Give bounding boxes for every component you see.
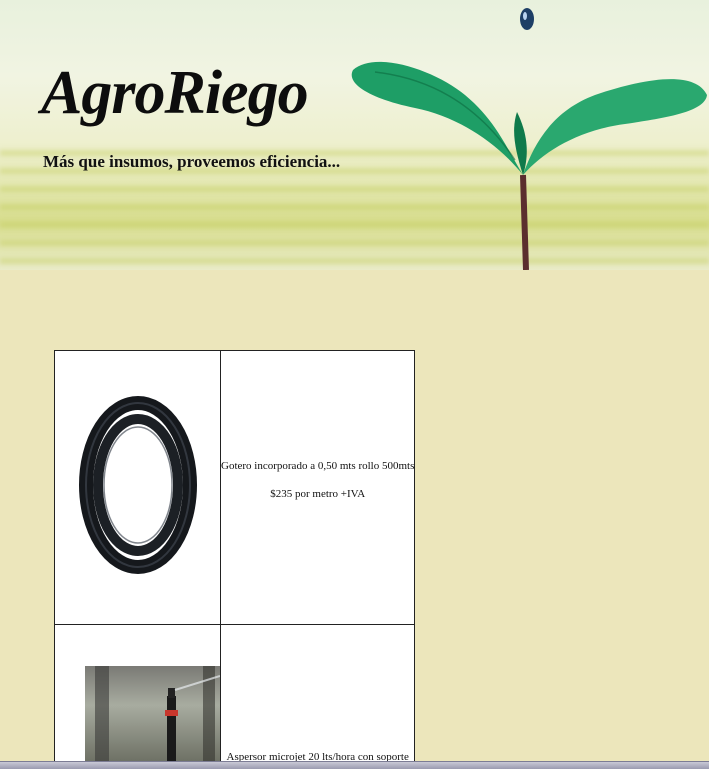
product-image-cell: [54, 624, 221, 766]
sprout-illustration: [351, 8, 707, 270]
water-drop-icon: [520, 8, 534, 30]
horizontal-scrollbar[interactable]: [0, 761, 709, 769]
header-banner: AgroRiego Más que insumos, proveemos efi…: [0, 0, 709, 270]
microjet-sprinkler-image: [85, 666, 221, 764]
site-tagline: Más que insumos, proveemos eficiencia...: [43, 152, 341, 171]
product-table: Gotero incorporado a 0,50 mts rollo 500m…: [54, 350, 416, 766]
product-info-cell: Aspersor microjet 20 lts/hora con soport…: [219, 624, 416, 766]
product-row: Aspersor microjet 20 lts/hora con soport…: [54, 624, 416, 766]
hose-coil-image: [78, 396, 197, 574]
product-row: Gotero incorporado a 0,50 mts rollo 500m…: [54, 350, 416, 625]
product-description: Gotero incorporado a 0,50 mts rollo 500m…: [221, 459, 415, 472]
product-image-cell: [54, 350, 221, 625]
product-info-cell: Gotero incorporado a 0,50 mts rollo 500m…: [219, 350, 416, 625]
product-price: $235 por metro +IVA: [270, 487, 366, 500]
site-title: AgroRiego: [41, 59, 309, 127]
